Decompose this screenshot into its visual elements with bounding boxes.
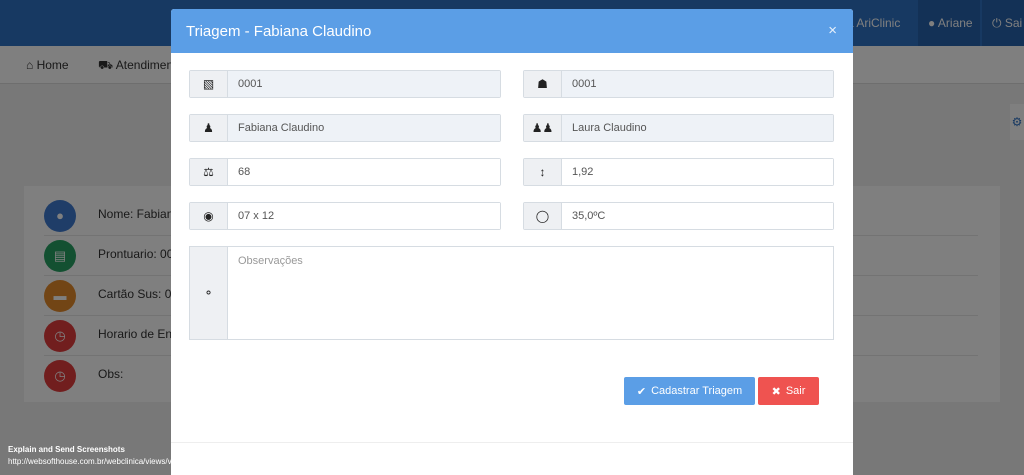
paciente-field: ♟ bbox=[189, 114, 501, 142]
times-icon: ✖ bbox=[771, 385, 781, 398]
modal-footer-divider bbox=[171, 442, 853, 443]
altura-input[interactable] bbox=[562, 159, 833, 185]
save-button-label: Cadastrar Triagem bbox=[651, 385, 743, 397]
modal-title: Triagem - Fabiana Claudino bbox=[186, 23, 372, 40]
prontuario-input[interactable] bbox=[228, 71, 500, 97]
height-icon: ↕ bbox=[524, 159, 562, 185]
observacoes-field: ⚬ bbox=[189, 246, 834, 340]
responsavel-input[interactable] bbox=[562, 115, 833, 141]
codigo-field: ☗ bbox=[523, 70, 834, 98]
pressao-field: ◉ bbox=[189, 202, 501, 230]
doctor-icon: ♟ bbox=[190, 115, 228, 141]
comment-icon: ⚬ bbox=[190, 247, 228, 339]
peso-field: ⚖ bbox=[189, 158, 501, 186]
home-icon: ☗ bbox=[524, 71, 562, 97]
weight-icon: ⚖ bbox=[190, 159, 228, 185]
pressao-input[interactable] bbox=[228, 203, 500, 229]
prontuario-field: ▧ bbox=[189, 70, 501, 98]
cadastrar-triagem-button[interactable]: ✔ Cadastrar Triagem bbox=[624, 377, 755, 405]
codigo-input[interactable] bbox=[562, 71, 833, 97]
modal-header: Triagem - Fabiana Claudino × bbox=[171, 9, 853, 53]
id-card-icon: ▧ bbox=[190, 71, 228, 97]
observacoes-textarea[interactable] bbox=[228, 247, 833, 339]
paciente-input[interactable] bbox=[228, 115, 500, 141]
check-icon: ✔ bbox=[636, 385, 647, 398]
exit-button-label: Sair bbox=[785, 385, 806, 397]
family-icon: ♟♟ bbox=[524, 115, 562, 141]
responsavel-field: ♟♟ bbox=[523, 114, 834, 142]
blood-pressure-icon: ◉ bbox=[190, 203, 228, 229]
altura-field: ↕ bbox=[523, 158, 834, 186]
peso-input[interactable] bbox=[228, 159, 500, 185]
temperatura-field: ◯ bbox=[523, 202, 834, 230]
triagem-modal: Triagem - Fabiana Claudino × ▧ ☗ ♟ ♟♟ ⚖ … bbox=[171, 9, 853, 475]
close-icon[interactable]: × bbox=[828, 22, 837, 39]
sair-button[interactable]: ✖ Sair bbox=[758, 377, 819, 405]
temperatura-input[interactable] bbox=[562, 203, 833, 229]
pill-icon: ◯ bbox=[524, 203, 562, 229]
